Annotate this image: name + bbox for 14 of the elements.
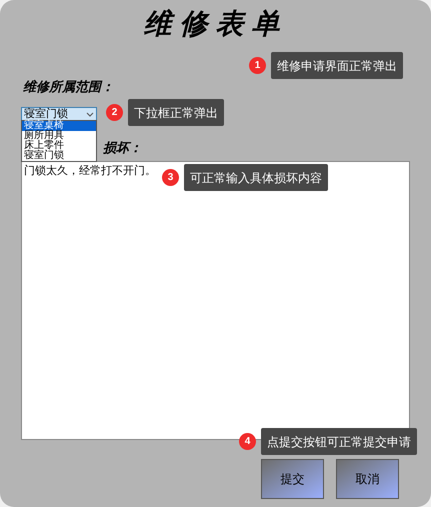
damage-label: 损坏： — [103, 141, 142, 156]
submit-button[interactable]: 提交 — [261, 459, 324, 499]
cancel-button[interactable]: 取消 — [336, 459, 399, 499]
dropdown-option[interactable]: 床上零件 — [22, 141, 96, 151]
form-title: 维修表单 — [144, 6, 288, 42]
scope-label: 维修所属范围： — [23, 80, 114, 96]
annotation-callout: 点提交按钮可正常提交申请 — [261, 428, 417, 455]
dropdown-option[interactable]: 寝室桌椅 — [22, 121, 96, 131]
annotation-callout: 维修申请界面正常弹出 — [271, 52, 403, 79]
annotation-callout: 下拉框正常弹出 — [128, 99, 224, 126]
dropdown-option[interactable]: 寝室门锁 — [22, 151, 96, 161]
dropdown-option[interactable]: 厕所用具 — [22, 131, 96, 141]
chevron-icon — [86, 112, 94, 117]
annotation-callout: 可正常输入具体损坏内容 — [184, 164, 328, 191]
